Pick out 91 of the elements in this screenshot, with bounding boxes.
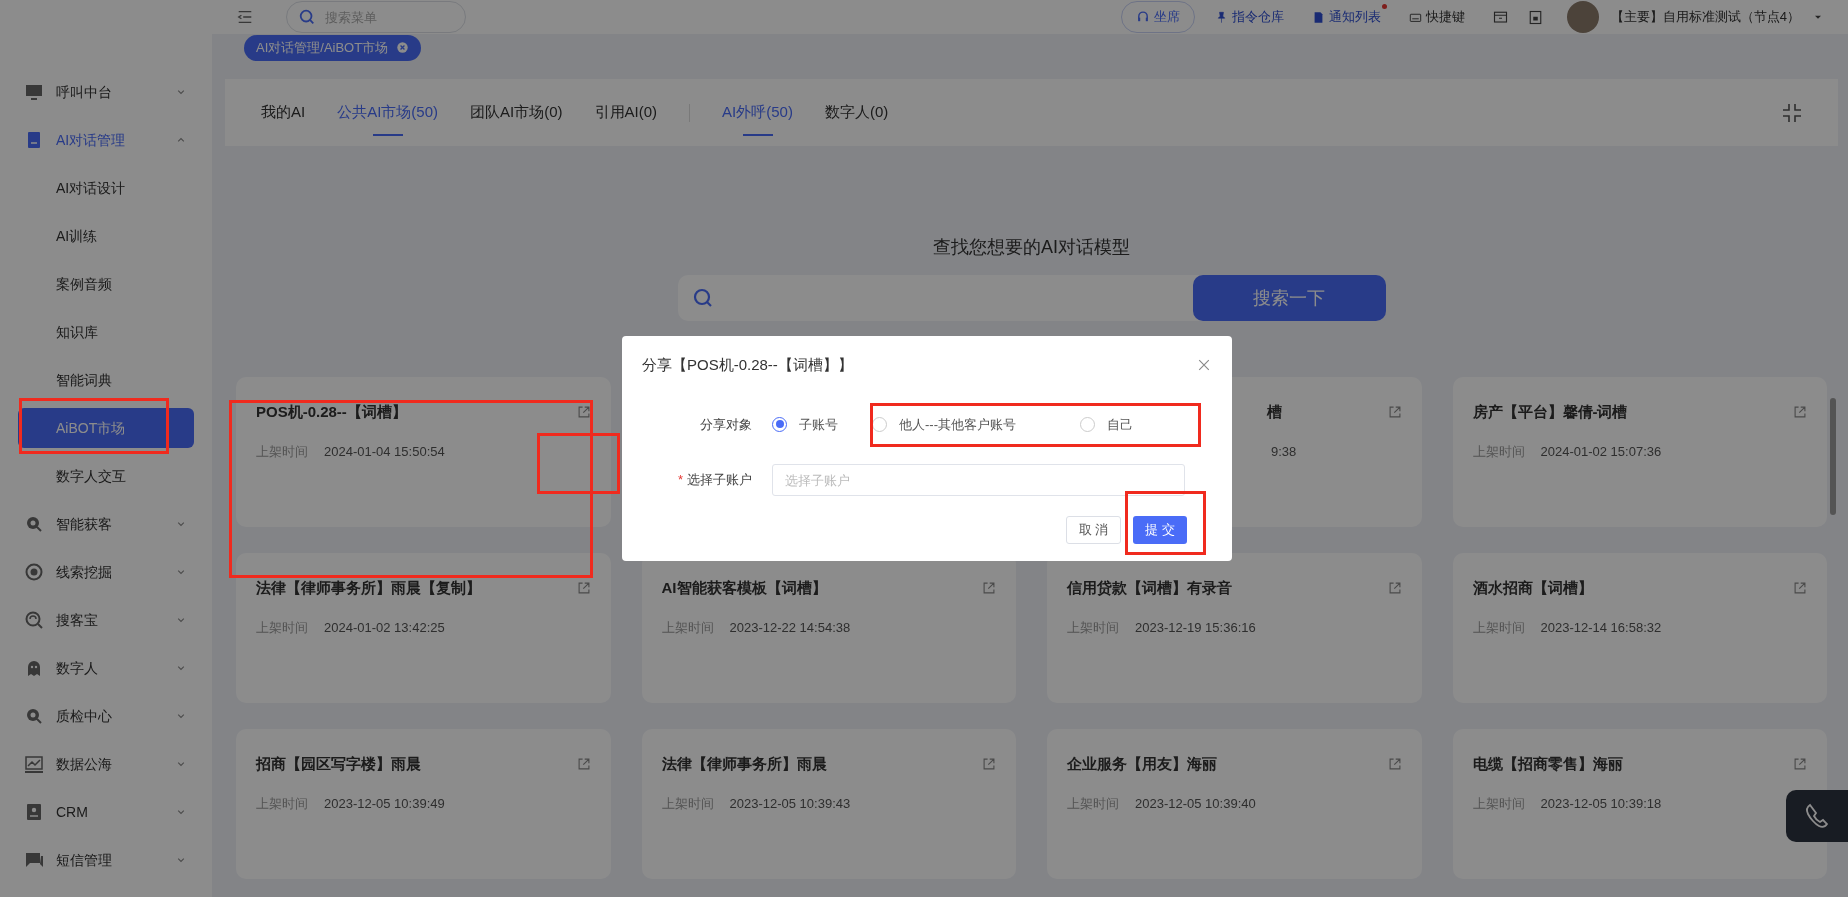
search-icon xyxy=(691,287,714,309)
account-select-field[interactable]: 选择子账户 xyxy=(772,464,1185,496)
radio-option[interactable]: 子账号 xyxy=(772,414,838,434)
menu-group[interactable]: AI对话管理 xyxy=(0,116,212,164)
contact-card-icon xyxy=(24,802,44,822)
card-title: 招商【园区写字楼】雨晨 xyxy=(256,754,421,774)
tab[interactable]: 团队AI市场(0) xyxy=(470,79,563,146)
card-title: 信用贷款【词槽】有录音 xyxy=(1067,578,1232,598)
share-icon xyxy=(1793,405,1807,420)
card-title: 电缆【招商零售】海丽 xyxy=(1472,754,1623,774)
breadcrumb-tag[interactable]: AI对话管理/AiBOT市场 xyxy=(244,34,422,61)
submit-button[interactable]: 提 交 xyxy=(1133,516,1187,544)
share-icon xyxy=(576,757,591,772)
share-icon xyxy=(1793,757,1807,772)
scrollbar[interactable] xyxy=(1830,398,1836,515)
magnifier-icon xyxy=(24,514,44,534)
menu-group[interactable]: 数据公海 xyxy=(0,740,212,788)
share-icon xyxy=(1793,581,1807,596)
magnifier-icon xyxy=(24,706,44,726)
menu-item[interactable]: 案例音频 xyxy=(18,264,194,304)
publish-time: 2024-01-02 15:07:36 xyxy=(1540,442,1662,461)
share-icon xyxy=(982,581,996,596)
publish-time: 2023-12-05 10:39:18 xyxy=(1540,794,1662,813)
tab[interactable]: 公共AI市场(50) xyxy=(337,79,439,146)
share-icon xyxy=(1387,757,1402,772)
dialog-title: 分享【POS机-0.28--【词槽】】 xyxy=(642,355,853,375)
publish-time: 2023-12-19 15:36:16 xyxy=(1135,618,1256,637)
tab[interactable]: 数字人(0) xyxy=(824,79,889,146)
card-title: 酒水招商【词槽】 xyxy=(1472,578,1593,598)
chart-icon xyxy=(24,754,44,774)
phone-button[interactable] xyxy=(1786,790,1848,842)
toolbar-link[interactable]: 快捷键 xyxy=(1400,7,1473,27)
avatar xyxy=(1566,1,1599,34)
card-title: 法律【律师事务所】雨晨 xyxy=(661,754,827,774)
window-icon xyxy=(1492,9,1508,25)
menu-group[interactable]: 短信管理 xyxy=(0,836,212,884)
share-icon xyxy=(1387,581,1402,596)
card-title: 企业服务【用友】海丽 xyxy=(1067,754,1217,774)
menu-group[interactable]: 呼叫中台 xyxy=(0,68,212,116)
radio-option[interactable]: 自己 xyxy=(1080,414,1133,434)
target-icon xyxy=(24,562,44,582)
share-icon xyxy=(576,581,591,596)
required-mark: * xyxy=(677,471,683,490)
menu-group[interactable]: 质检中心 xyxy=(0,692,212,740)
collapse-icon[interactable] xyxy=(1782,102,1802,123)
menu-item[interactable]: AI对话设计 xyxy=(18,168,194,208)
card-title: POS机-0.28--【词槽】 xyxy=(256,402,407,422)
pin-icon xyxy=(1214,10,1228,24)
menu-group[interactable]: 数字人 xyxy=(0,644,212,692)
menu-group[interactable]: 智能获客 xyxy=(0,500,212,548)
menu-item[interactable]: 知识库 xyxy=(18,312,194,352)
field-label: 选择子账户 xyxy=(687,471,752,490)
card-title: AI智能获客模板【词槽】 xyxy=(661,578,827,598)
publish-time: 2023-12-05 10:39:49 xyxy=(324,794,445,813)
radio-option[interactable]: 他人---其他客户账号 xyxy=(872,414,1046,434)
publish-time: 2023-12-22 14:54:38 xyxy=(729,618,851,637)
search-icon xyxy=(298,8,316,27)
card-title: 槽 xyxy=(1267,402,1282,422)
account-name[interactable]: 【主要】自用标准测试（节点4） xyxy=(1610,7,1800,27)
publish-time: 2024-01-02 13:42:25 xyxy=(324,618,445,637)
close-icon xyxy=(396,41,410,55)
tab[interactable]: 我的AI xyxy=(261,79,306,146)
field-label: 分享对象 xyxy=(699,415,752,434)
tab[interactable]: 引用AI(0) xyxy=(594,79,658,146)
tab[interactable]: AI外呼(50) xyxy=(722,79,793,146)
publish-time: 2023-12-05 10:39:43 xyxy=(729,794,851,813)
search-button[interactable]: 搜索一下 xyxy=(1192,275,1386,321)
publish-time: 2023-12-05 10:39:40 xyxy=(1135,794,1256,813)
card-title: 法律【律师事务所】雨晨【复制】 xyxy=(256,578,481,598)
menu-item[interactable]: 智能词典 xyxy=(18,360,194,400)
share-icon xyxy=(982,757,996,772)
toolbar-link[interactable]: 通知列表 xyxy=(1303,7,1389,27)
monitor-icon xyxy=(24,82,44,102)
publish-time: 2024-01-04 15:50:54 xyxy=(324,442,445,461)
share-icon xyxy=(576,405,591,420)
share-icon xyxy=(1387,405,1402,420)
menu-group[interactable]: CRM xyxy=(0,788,212,836)
menu-item[interactable]: AI训练 xyxy=(18,216,194,256)
device-icon xyxy=(1527,9,1543,25)
search-title: 查找您想要的AI对话模型 xyxy=(933,236,1130,259)
publish-time: 2023-12-14 16:58:32 xyxy=(1540,618,1662,637)
cancel-button[interactable]: 取 消 xyxy=(1065,516,1122,544)
menu-item[interactable]: AiBOT市场 xyxy=(18,408,194,448)
card-title: 房产【平台】馨倩-词槽 xyxy=(1472,402,1628,422)
toolbar-link[interactable]: 指令仓库 xyxy=(1206,7,1292,27)
menu-group[interactable]: 搜客宝 xyxy=(0,596,212,644)
menu-item[interactable]: 数字人交互 xyxy=(18,456,194,496)
menu-group[interactable]: 线索挖掘 xyxy=(0,548,212,596)
chat-icon xyxy=(24,850,44,870)
publish-time: 9:38 xyxy=(1271,443,1297,459)
refresh-search-icon xyxy=(24,610,44,630)
